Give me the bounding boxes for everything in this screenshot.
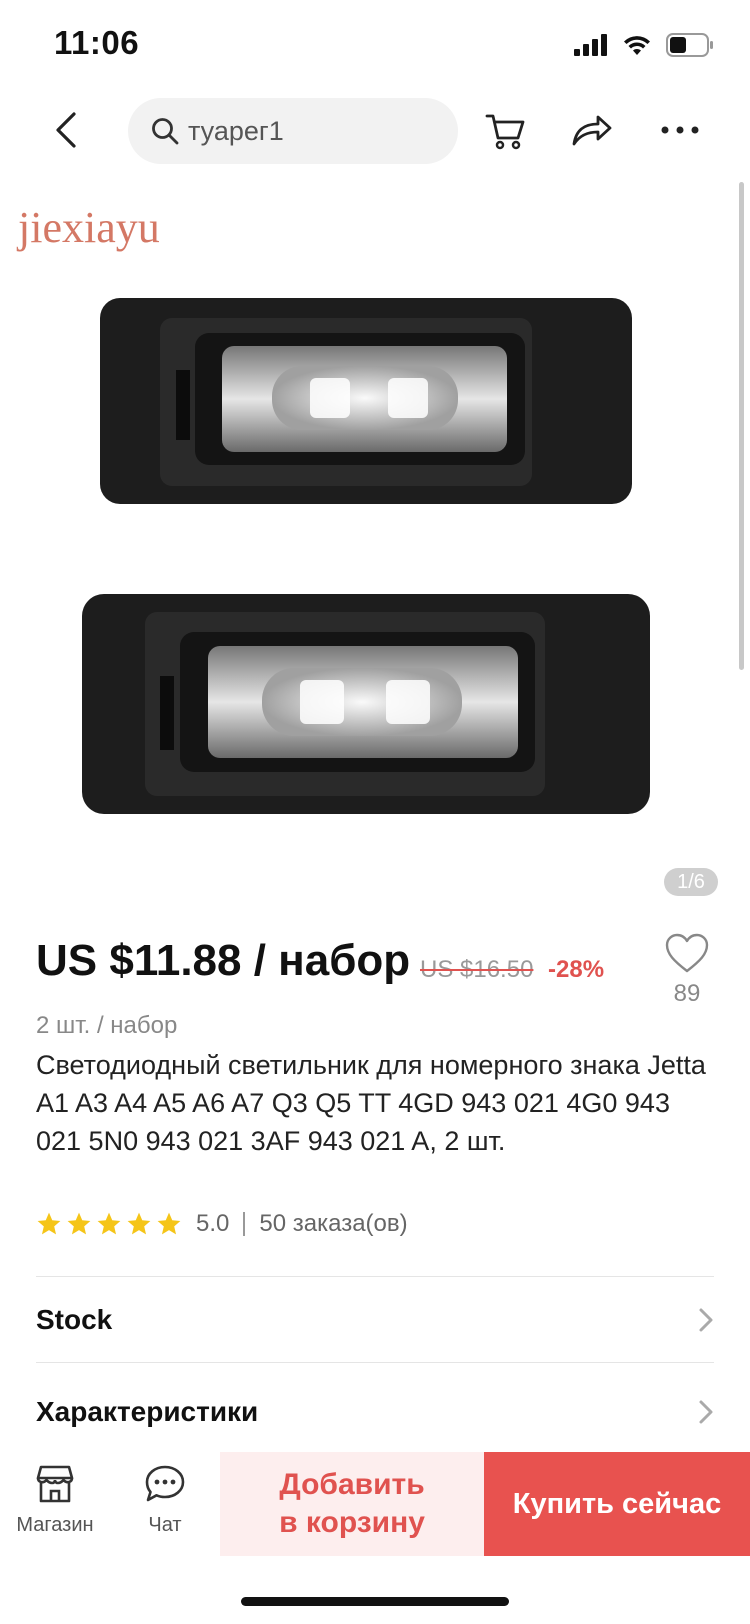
license-lamp-image bbox=[82, 298, 650, 814]
divider bbox=[36, 1276, 714, 1277]
product-title: Светодиодный светильник для номерного зн… bbox=[36, 1050, 706, 1156]
store-tab[interactable]: Магазин bbox=[0, 1462, 110, 1537]
chat-tab[interactable]: Чат bbox=[110, 1462, 220, 1537]
home-indicator[interactable] bbox=[241, 1597, 509, 1606]
rating-row[interactable]: 5.0 50 заказа(ов) bbox=[36, 1210, 408, 1238]
specs-row-label[interactable]: Характеристики bbox=[36, 1396, 258, 1428]
specs-row-chevron[interactable] bbox=[696, 1398, 716, 1426]
heart-icon bbox=[665, 933, 709, 973]
cart-icon bbox=[485, 114, 525, 150]
orders-count: 50 заказа(ов) bbox=[259, 1210, 408, 1237]
add-to-cart-label-line2: в корзину bbox=[279, 1506, 425, 1539]
back-icon bbox=[56, 112, 76, 148]
star-icon bbox=[127, 1212, 151, 1235]
store-label: Магазин bbox=[16, 1514, 94, 1536]
search-icon bbox=[152, 118, 179, 145]
brand-watermark: jiexiayu bbox=[18, 203, 160, 252]
stock-row-chevron[interactable] bbox=[696, 1306, 716, 1334]
product-image[interactable] bbox=[0, 180, 750, 910]
chevron-right-icon bbox=[699, 1400, 713, 1424]
rating-value: 5.0 bbox=[196, 1210, 230, 1237]
store-icon bbox=[36, 1465, 74, 1503]
share-button[interactable] bbox=[570, 108, 614, 152]
back-button[interactable] bbox=[46, 108, 90, 152]
rating-divider bbox=[243, 1212, 246, 1236]
buy-now-button[interactable]: Купить сейчас bbox=[484, 1452, 750, 1556]
more-button[interactable] bbox=[658, 108, 702, 152]
more-icon bbox=[661, 126, 699, 134]
divider bbox=[36, 1362, 714, 1363]
star-icon bbox=[67, 1212, 91, 1235]
add-to-cart-label-line1: Добавить bbox=[279, 1468, 425, 1501]
status-time: 11:06 bbox=[54, 24, 140, 61]
status-icons bbox=[574, 30, 714, 60]
old-price: US $16.50 bbox=[420, 956, 534, 983]
stock-row-label[interactable]: Stock bbox=[36, 1304, 112, 1336]
chevron-right-icon bbox=[699, 1308, 713, 1332]
star-icon bbox=[157, 1212, 181, 1235]
unit-info: 2 шт. / набор bbox=[36, 1012, 178, 1039]
rating-stars bbox=[36, 1211, 182, 1237]
share-icon bbox=[572, 115, 612, 146]
chat-label: Чат bbox=[148, 1514, 182, 1536]
wishlist-count: 89 bbox=[673, 980, 701, 1007]
buy-now-label: Купить сейчас bbox=[512, 1487, 722, 1520]
star-icon bbox=[97, 1212, 121, 1235]
discount-badge: -28% bbox=[548, 956, 605, 983]
image-counter: 1/6 bbox=[664, 868, 718, 896]
wifi-icon bbox=[624, 36, 650, 55]
wishlist-button[interactable] bbox=[664, 932, 710, 974]
search-query: туарег1 bbox=[188, 115, 284, 146]
chat-icon bbox=[145, 1465, 185, 1502]
signal-icon bbox=[574, 34, 607, 56]
add-to-cart-button[interactable]: Добавить в корзину bbox=[220, 1452, 484, 1556]
search-bar[interactable]: туарег1 bbox=[128, 98, 458, 164]
price: US $11.88 / набор bbox=[36, 936, 411, 985]
scrollbar[interactable] bbox=[739, 182, 744, 670]
battery-icon bbox=[666, 33, 713, 57]
cart-button[interactable] bbox=[484, 108, 528, 152]
star-icon bbox=[37, 1212, 61, 1235]
